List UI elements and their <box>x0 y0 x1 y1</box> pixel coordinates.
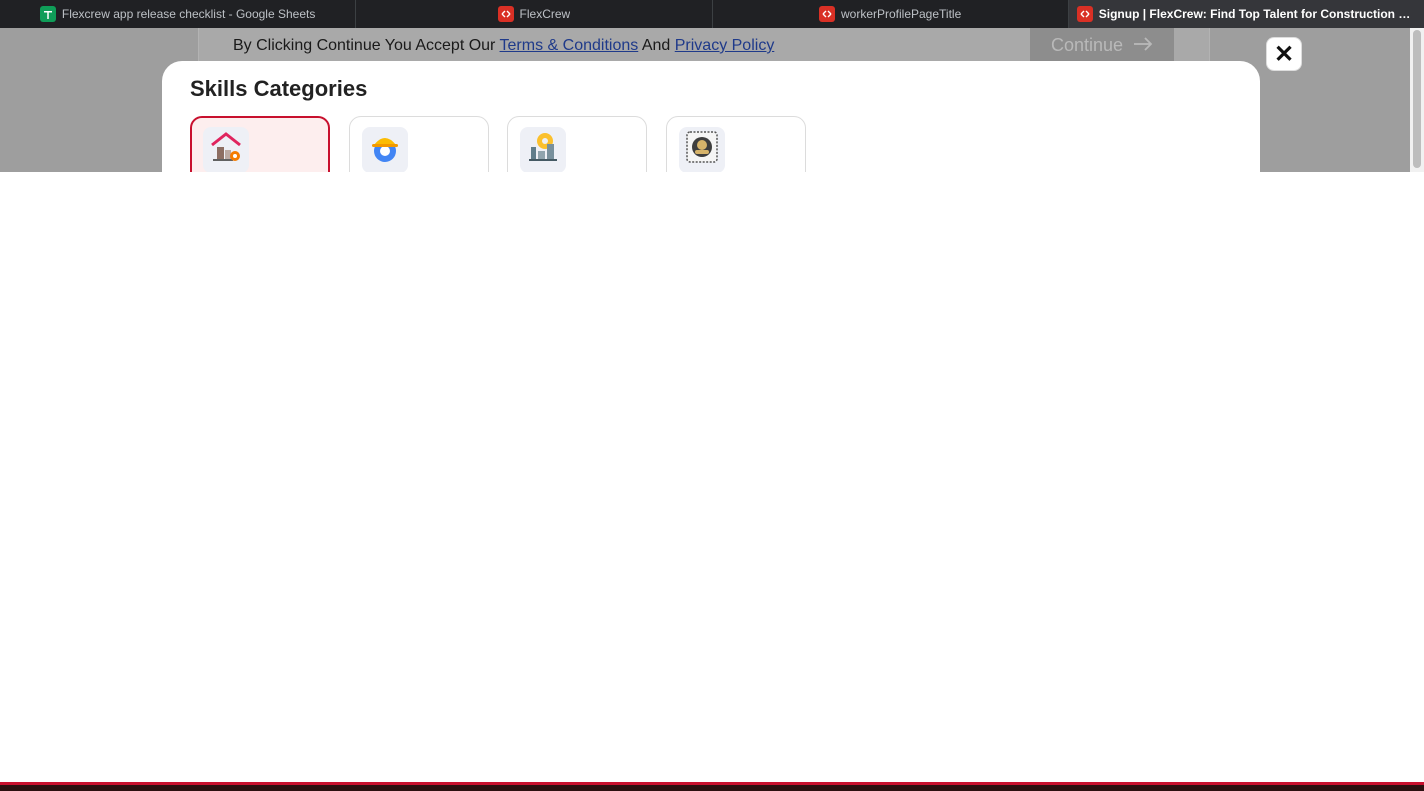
category-card[interactable] <box>666 116 806 172</box>
tab-signup[interactable]: Signup | FlexCrew: Find Top Talent for C… <box>1068 0 1424 28</box>
tab-title: workerProfilePageTitle <box>840 7 962 21</box>
tab-flexcrew[interactable]: FlexCrew <box>356 0 713 28</box>
privacy-link[interactable]: Privacy Policy <box>675 37 775 54</box>
category-card[interactable] <box>349 116 489 172</box>
browser-tab-bar: Flexcrew app release checklist - Google … <box>0 0 1424 28</box>
flexcrew-icon <box>818 6 835 22</box>
consent-text: By Clicking Continue You Accept Our Term… <box>233 37 774 55</box>
scrollbar[interactable] <box>1410 28 1424 172</box>
category-card[interactable] <box>507 116 647 172</box>
sheets-icon <box>39 6 56 22</box>
tab-title: Signup | FlexCrew: Find Top Talent for C… <box>1098 7 1416 21</box>
page-blank-area <box>0 172 1424 782</box>
tab-google-sheets[interactable]: Flexcrew app release checklist - Google … <box>0 0 357 28</box>
modal-title: Skills Categories <box>190 76 368 101</box>
skills-categories-modal: Skills Categories <box>162 61 1260 172</box>
modal-close-button[interactable]: ✕ <box>1266 37 1302 71</box>
continue-button[interactable]: Continue <box>1030 28 1174 62</box>
continue-label: Continue <box>1050 34 1124 55</box>
terms-link[interactable]: Terms & Conditions <box>500 37 639 54</box>
flexcrew-icon <box>1076 6 1093 22</box>
page-content: By Clicking Continue You Accept Our Term… <box>0 28 1424 791</box>
home-gear-icon <box>203 127 249 172</box>
close-icon: ✕ <box>1273 40 1295 68</box>
tab-title: FlexCrew <box>519 7 571 21</box>
tab-title: Flexcrew app release checklist - Google … <box>61 7 316 21</box>
page-footer-strip <box>0 782 1424 791</box>
worker-helmet-gear-icon <box>362 127 408 172</box>
badge-emblem-icon <box>679 127 725 172</box>
category-card[interactable] <box>190 116 330 172</box>
factory-gear-icon <box>520 127 566 172</box>
flexcrew-icon <box>497 6 514 22</box>
consent-prefix: By Clicking Continue You Accept Our <box>233 37 496 54</box>
tab-worker-profile[interactable]: workerProfilePageTitle <box>713 0 1069 28</box>
consent-and: And <box>641 37 671 54</box>
arrow-right-icon <box>1133 35 1153 56</box>
scrollbar-thumb[interactable] <box>1413 30 1421 168</box>
